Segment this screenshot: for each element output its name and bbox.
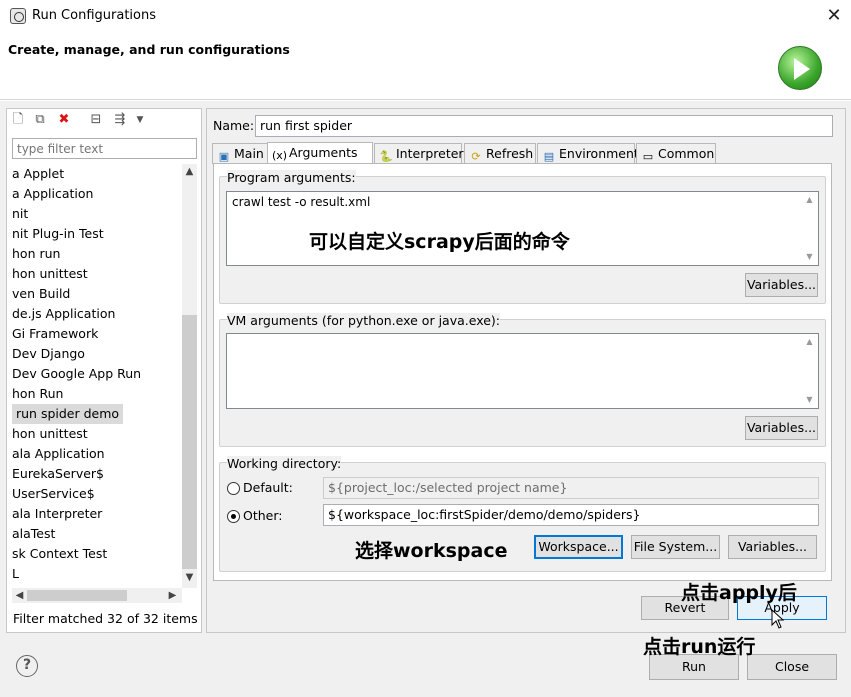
eclipse-app-icon	[10, 8, 26, 24]
program-variables-button[interactable]: Variables...	[745, 273, 818, 297]
window-title: Run Configurations	[32, 8, 156, 23]
mouse-cursor-icon	[771, 609, 785, 629]
tab-label: Arguments	[289, 145, 358, 160]
tab-label: Common	[658, 146, 715, 161]
scroll-up-icon[interactable]: ▲	[802, 334, 817, 349]
vertical-scroll-thumb[interactable]	[182, 315, 197, 569]
other-radio-label: Other:	[243, 508, 283, 523]
tree-item[interactable]: hon run	[12, 244, 60, 264]
tree-item-selected[interactable]: run spider demo	[12, 404, 124, 424]
textarea-scrollbar[interactable]: ▲ ▼	[802, 334, 818, 408]
help-icon[interactable]: ?	[16, 655, 38, 677]
tree-item[interactable]: a Application	[12, 184, 93, 204]
scroll-down-icon[interactable]: ▼	[802, 392, 817, 407]
filter-status: Filter matched 32 of 32 items	[13, 611, 198, 626]
tree-item[interactable]: Gi Framework	[12, 324, 98, 344]
annotation-click-apply: 点击apply后	[681, 582, 797, 604]
collapse-all-icon[interactable]: ⊟	[88, 112, 104, 128]
duplicate-icon[interactable]: ⧉	[32, 112, 48, 128]
vm-args-label: VM arguments (for python.exe or java.exe…	[227, 313, 500, 328]
common-icon: ▭	[642, 150, 654, 163]
new-config-icon[interactable]: 🗋	[10, 112, 26, 128]
tab-main[interactable]: ▣ Main	[212, 143, 268, 164]
tab-label: Main	[234, 146, 264, 161]
tree-item[interactable]: EurekaServer$	[12, 464, 104, 484]
tab-interpreter[interactable]: 🐍 Interpreter	[374, 143, 464, 164]
working-dir-label: Working directory:	[227, 456, 342, 471]
tab-label: Refresh	[486, 146, 534, 161]
scroll-up-icon[interactable]: ▲	[802, 192, 817, 207]
textarea-scrollbar[interactable]: ▲ ▼	[802, 192, 818, 265]
tree-item[interactable]: Dev Google App Run	[12, 364, 141, 384]
default-radio-label: Default:	[243, 480, 293, 495]
tree-item[interactable]: hon unittest	[12, 424, 88, 444]
tree-item[interactable]: hon Run	[12, 384, 63, 404]
vm-args-textarea[interactable]: ▲ ▼	[226, 333, 819, 409]
scroll-up-icon[interactable]: ▲	[182, 164, 197, 179]
working-dir-variables-button[interactable]: Variables...	[728, 535, 817, 559]
delete-icon[interactable]: ✖	[56, 112, 72, 128]
tree-item[interactable]: UserService$	[12, 484, 95, 504]
annotation-custom-command: 可以自定义scrapy后面的命令	[309, 231, 570, 253]
tab-environment[interactable]: ▤ Environment	[537, 143, 639, 164]
annotation-select-workspace: 选择workspace	[355, 540, 508, 562]
tree-item[interactable]: Dev Django	[12, 344, 85, 364]
program-args-label: Program arguments:	[227, 170, 356, 185]
tree-item[interactable]: a Applet	[12, 164, 64, 184]
program-args-value: crawl test -o result.xml	[232, 195, 371, 209]
tree-item[interactable]: ala Interpreter	[12, 504, 102, 524]
filter-icon[interactable]: ⇶	[112, 112, 128, 128]
tab-label: Interpreter	[396, 146, 464, 161]
tab-label: Environment	[559, 146, 639, 161]
tab-refresh[interactable]: ⟳ Refresh	[464, 143, 536, 164]
tree-item[interactable]: L	[12, 564, 19, 584]
horizontal-scroll-thumb[interactable]	[27, 590, 127, 601]
tree-item[interactable]: ven Build	[12, 284, 70, 304]
workspace-button[interactable]: Workspace...	[534, 535, 623, 559]
run-icon	[778, 46, 822, 90]
name-input[interactable]: run first spider	[255, 115, 833, 137]
scroll-left-icon[interactable]: ◀	[12, 588, 27, 603]
name-label: Name:	[213, 118, 255, 133]
scroll-down-icon[interactable]: ▼	[182, 570, 197, 585]
tree-item[interactable]: ala Application	[12, 444, 105, 464]
default-radio[interactable]	[227, 482, 240, 495]
main-tab-icon: ▣	[218, 150, 230, 163]
tab-common[interactable]: ▭ Common	[636, 143, 716, 164]
tree-item[interactable]: hon unittest	[12, 264, 88, 284]
scroll-right-icon[interactable]: ▶	[165, 588, 180, 603]
tree-item[interactable]: de.js Application	[12, 304, 115, 324]
arguments-icon: (x)	[272, 149, 288, 162]
annotation-click-run: 点击run运行	[643, 636, 756, 658]
chevron-down-icon[interactable]: ▼	[132, 112, 148, 128]
tab-arguments[interactable]: (x) Arguments	[267, 142, 373, 165]
tree-item[interactable]: nit	[12, 204, 28, 224]
tree-item[interactable]: nit Plug-in Test	[12, 224, 104, 244]
python-icon: 🐍	[379, 150, 393, 163]
refresh-icon: ⟳	[471, 150, 481, 163]
vm-variables-button[interactable]: Variables...	[745, 416, 818, 440]
scroll-down-icon[interactable]: ▼	[802, 249, 817, 264]
environment-icon: ▤	[543, 150, 555, 163]
filter-input[interactable]	[12, 138, 197, 159]
tree-item[interactable]: alaTest	[12, 524, 55, 544]
file-system-button[interactable]: File System...	[631, 535, 720, 559]
banner-heading: Create, manage, and run configurations	[8, 42, 290, 57]
default-dir-field: ${project_loc:/selected project name}	[323, 477, 819, 499]
other-radio[interactable]	[227, 510, 240, 523]
tree-item[interactable]: sk Context Test	[12, 544, 107, 564]
config-tree[interactable]: a Applet a Application nit nit Plug-in T…	[12, 164, 182, 584]
close-button[interactable]: Close	[747, 654, 837, 680]
other-dir-field[interactable]: ${workspace_loc:firstSpider/demo/demo/sp…	[323, 504, 819, 526]
close-icon[interactable]: ✕	[822, 4, 846, 28]
